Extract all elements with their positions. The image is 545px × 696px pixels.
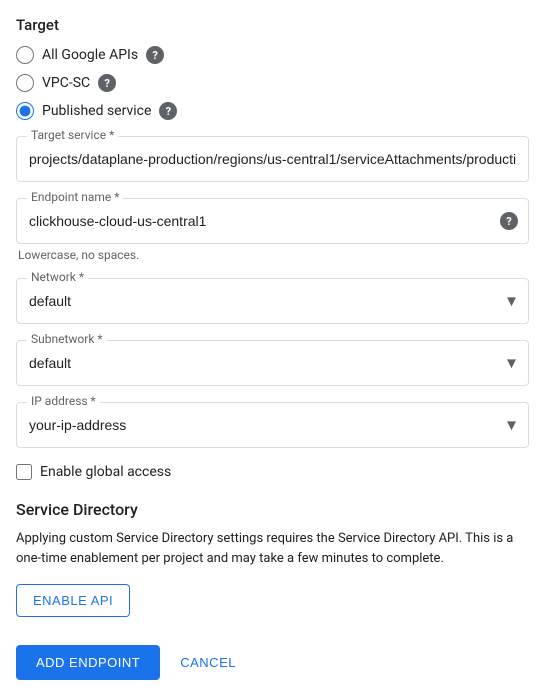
- radio-published-service[interactable]: [16, 102, 34, 120]
- subnetwork-select-wrapper: default ▾: [17, 341, 528, 385]
- target-service-label: Target service *: [27, 128, 118, 142]
- endpoint-name-input[interactable]: [17, 199, 528, 243]
- radio-label-published-service: Published service: [42, 103, 151, 119]
- enable-global-access-checkbox[interactable]: [16, 464, 32, 480]
- endpoint-name-hint: Lowercase, no spaces.: [16, 248, 529, 262]
- ip-address-field: IP address * your-ip-address ▾: [16, 402, 529, 448]
- endpoint-name-field: Endpoint name * ?: [16, 198, 529, 244]
- target-label: Target: [16, 16, 529, 34]
- radio-item-vpc-sc[interactable]: VPC-SC ?: [16, 74, 529, 92]
- service-directory-section: Service Directory Applying custom Servic…: [16, 500, 529, 637]
- target-service-input[interactable]: [17, 137, 528, 181]
- radio-label-vpc-sc: VPC-SC: [42, 75, 90, 91]
- help-icon-published-service[interactable]: ?: [159, 102, 177, 120]
- enable-global-access-item[interactable]: Enable global access: [16, 464, 529, 480]
- service-directory-title: Service Directory: [16, 500, 529, 519]
- network-select-wrapper: default ▾: [17, 279, 528, 323]
- radio-group: All Google APIs ? VPC-SC ? Published ser…: [16, 46, 529, 120]
- network-field: Network * default ▾: [16, 278, 529, 324]
- enable-global-access-label: Enable global access: [40, 464, 171, 480]
- subnetwork-select[interactable]: default: [17, 341, 528, 385]
- help-icon-vpc-sc[interactable]: ?: [98, 74, 116, 92]
- radio-label-all-google-apis: All Google APIs: [42, 47, 138, 63]
- service-directory-description: Applying custom Service Directory settin…: [16, 529, 529, 568]
- ip-address-select-wrapper: your-ip-address ▾: [17, 403, 528, 447]
- enable-api-button[interactable]: ENABLE API: [16, 584, 130, 617]
- help-icon-endpoint-name[interactable]: ?: [500, 212, 518, 230]
- radio-vpc-sc[interactable]: [16, 74, 34, 92]
- target-service-field: Target service *: [16, 136, 529, 182]
- network-select[interactable]: default: [17, 279, 528, 323]
- radio-all-google-apis[interactable]: [16, 46, 34, 64]
- ip-address-select[interactable]: your-ip-address: [17, 403, 528, 447]
- help-icon-all-google-apis[interactable]: ?: [146, 46, 164, 64]
- cancel-button[interactable]: CANCEL: [176, 645, 240, 680]
- endpoint-name-label: Endpoint name *: [27, 190, 123, 204]
- add-endpoint-button[interactable]: ADD ENDPOINT: [16, 645, 160, 680]
- radio-item-all-google-apis[interactable]: All Google APIs ?: [16, 46, 529, 64]
- subnetwork-field: Subnetwork * default ▾: [16, 340, 529, 386]
- target-section: Target All Google APIs ? VPC-SC ? Publis…: [16, 16, 529, 480]
- action-buttons: ADD ENDPOINT CANCEL: [16, 645, 529, 680]
- radio-item-published-service[interactable]: Published service ?: [16, 102, 529, 120]
